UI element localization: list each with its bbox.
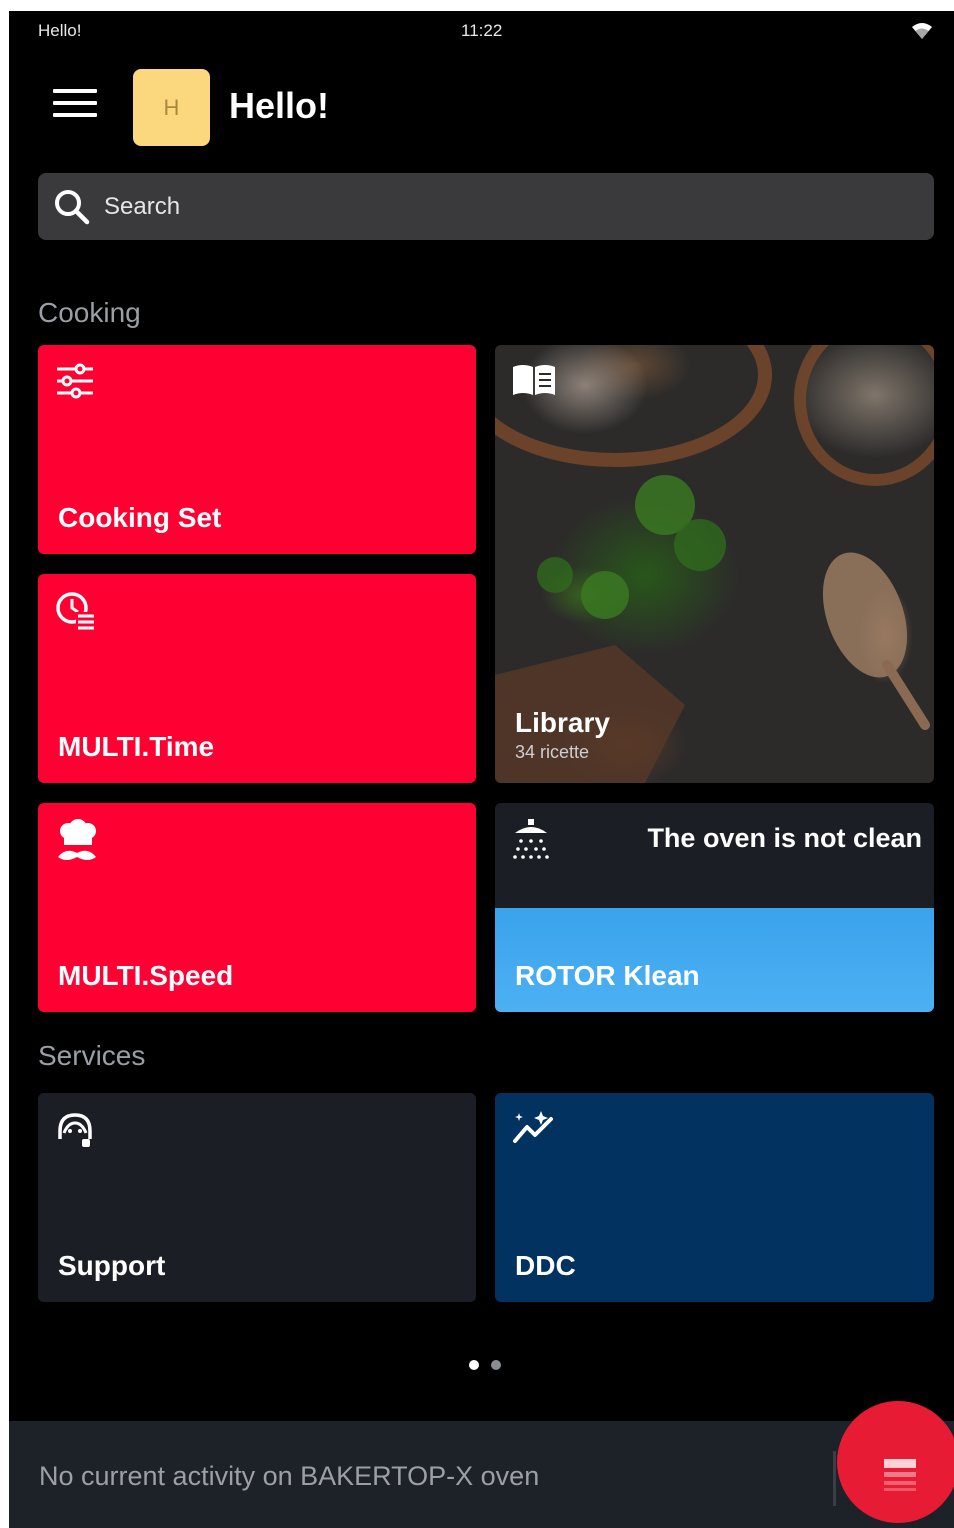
headset-support-icon <box>58 1113 92 1147</box>
hamburger-icon-line <box>53 113 97 117</box>
library-tile[interactable]: Library 34 ricette <box>495 345 934 783</box>
library-count: 34 ricette <box>515 742 590 762</box>
hamburger-icon-line <box>53 101 97 105</box>
status-bar-clock: 11:22 <box>461 21 503 40</box>
oven-status-message: The oven is not clean <box>647 823 922 853</box>
avatar[interactable]: H <box>133 69 210 146</box>
multi-speed-tile[interactable]: MULTI.Speed <box>38 803 476 1012</box>
wifi-icon <box>912 23 932 39</box>
activity-bar: No current activity on BAKERTOP-X oven <box>9 1421 954 1528</box>
activity-status-text: No current activity on BAKERTOP-X oven <box>39 1461 540 1491</box>
page-dot[interactable] <box>491 1360 502 1370</box>
support-tile[interactable]: Support <box>38 1093 476 1302</box>
app-screen: Hello! 11:22 H Hello! Cooking Coo <box>9 11 954 1528</box>
library-label: Library <box>515 707 610 738</box>
rotor-klean-tile[interactable]: The oven is not clean ROTOR Klean <box>495 803 934 1012</box>
search-bar[interactable] <box>38 173 934 240</box>
ddc-label: DDC <box>515 1250 576 1281</box>
clock-list-icon <box>56 592 94 630</box>
multi-speed-label: MULTI.Speed <box>58 960 234 991</box>
rotor-klean-label: ROTOR Klean <box>515 960 700 991</box>
sliders-icon <box>57 363 93 399</box>
status-bar-title: Hello! <box>38 21 82 40</box>
page-indicator <box>469 1357 509 1375</box>
activity-fab-button[interactable] <box>837 1401 954 1523</box>
status-bar: Hello! 11:22 <box>9 11 954 51</box>
page-title: Hello! <box>229 85 330 126</box>
avatar-initial: H <box>163 94 180 120</box>
multi-time-label: MULTI.Time <box>58 731 215 762</box>
shower-clean-icon <box>513 819 549 859</box>
support-label: Support <box>58 1250 166 1281</box>
activity-list-icon <box>884 1459 916 1491</box>
search-input[interactable] <box>104 187 884 227</box>
page-dot-active[interactable] <box>469 1360 479 1370</box>
section-label-services: Services <box>38 1040 146 1071</box>
menu-button[interactable] <box>53 89 99 125</box>
cooking-set-label: Cooking Set <box>58 502 222 533</box>
book-icon <box>513 365 555 395</box>
ddc-tile[interactable]: DDC <box>495 1093 934 1302</box>
cooking-set-tile[interactable]: Cooking Set <box>38 345 476 554</box>
search-icon <box>55 190 90 225</box>
hamburger-icon-line <box>53 89 97 93</box>
activity-divider <box>833 1451 836 1506</box>
chart-sparkle-icon <box>513 1111 553 1143</box>
section-label-cooking: Cooking <box>38 297 141 328</box>
multi-time-tile[interactable]: MULTI.Time <box>38 574 476 783</box>
chef-icon <box>58 819 96 860</box>
